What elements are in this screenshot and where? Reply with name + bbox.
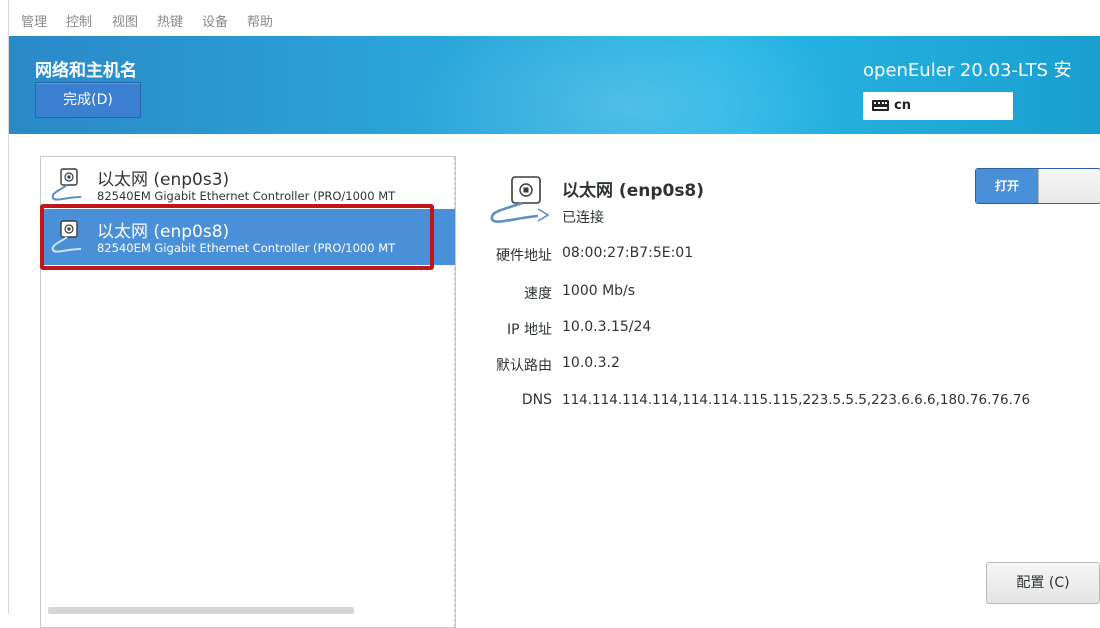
toggle-knob <box>1038 169 1100 203</box>
menu-devices[interactable]: 设备 <box>202 11 228 30</box>
configure-button[interactable]: 配置 (C) <box>986 562 1100 604</box>
ethernet-icon <box>490 176 550 223</box>
device-item-enp0s3[interactable]: 以太网 (enp0s3) 82540EM Gigabit Ethernet Co… <box>41 157 455 213</box>
default-route-value: 10.0.3.2 <box>562 355 620 371</box>
default-route-label: 默认路由 <box>496 358 552 374</box>
selected-device-name: 以太网 (enp0s8) <box>562 181 705 201</box>
dns-label: DNS <box>521 392 552 408</box>
device-name: 以太网 (enp0s8) <box>97 222 230 242</box>
menu-hotkeys[interactable]: 热键 <box>157 11 183 30</box>
speed-label: 速度 <box>524 286 552 302</box>
keyboard-layout-indicator[interactable]: cn <box>863 92 1013 120</box>
menu-manage[interactable]: 管理 <box>21 11 47 30</box>
ip-address-value: 10.0.3.15/24 <box>562 319 652 335</box>
speed-value: 1000 Mb/s <box>562 283 636 299</box>
ethernet-icon <box>51 220 82 253</box>
device-list: 以太网 (enp0s3) 82540EM Gigabit Ethernet Co… <box>40 156 456 628</box>
product-title: openEuler 20.03-LTS 安 <box>863 60 1072 81</box>
device-name: 以太网 (enp0s3) <box>97 170 230 190</box>
menu-control[interactable]: 控制 <box>66 11 92 30</box>
done-button[interactable]: 完成(D) <box>35 82 141 118</box>
list-horizontal-scrollbar[interactable] <box>48 607 354 614</box>
ethernet-icon <box>51 168 82 201</box>
keyboard-layout-label: cn <box>894 98 911 113</box>
menubar: 管理 控制 视图 热键 设备 帮助 <box>9 0 1100 36</box>
menu-help[interactable]: 帮助 <box>247 11 273 30</box>
hardware-address-label: 硬件地址 <box>496 248 552 264</box>
dns-value: 114.114.114.114,114.114.115.115,223.5.5.… <box>562 392 1031 408</box>
toggle-on-label: 打开 <box>976 169 1038 203</box>
keyboard-icon <box>872 100 889 111</box>
device-description: 82540EM Gigabit Ethernet Controller (PRO… <box>97 189 396 203</box>
device-power-toggle[interactable]: 打开 <box>975 168 1100 204</box>
device-description: 82540EM Gigabit Ethernet Controller (PRO… <box>97 241 396 255</box>
header-banner: 网络和主机名 完成(D) openEuler 20.03-LTS 安 cn <box>9 36 1100 134</box>
menu-view[interactable]: 视图 <box>112 11 138 30</box>
hardware-address-value: 08:00:27:B7:5E:01 <box>562 245 694 261</box>
device-item-enp0s8[interactable]: 以太网 (enp0s8) 82540EM Gigabit Ethernet Co… <box>41 209 455 265</box>
ip-address-label: IP 地址 <box>506 322 552 338</box>
connection-status: 已连接 <box>562 210 604 226</box>
header-shine <box>369 36 889 134</box>
page-title: 网络和主机名 <box>35 61 137 81</box>
